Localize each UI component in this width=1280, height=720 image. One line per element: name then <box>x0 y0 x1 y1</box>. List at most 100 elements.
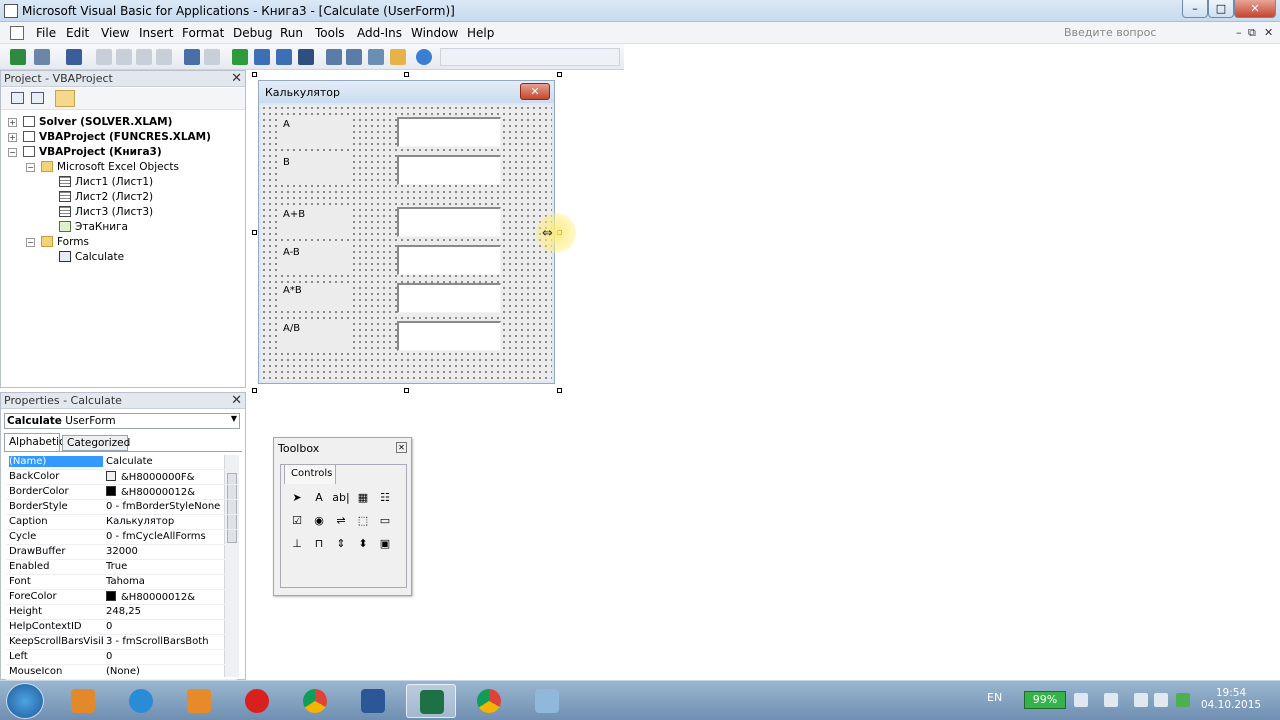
reset-icon[interactable] <box>276 49 292 65</box>
property-row[interactable]: BorderColor &H80000012& <box>6 485 237 500</box>
scrollbar-tool[interactable]: ⇕ <box>332 535 350 553</box>
tab-alphabetic[interactable]: Alphabetic <box>4 433 65 451</box>
task-word[interactable] <box>348 684 398 718</box>
tree-expander[interactable]: + <box>8 118 17 127</box>
menu-insert[interactable]: Insert <box>139 26 173 40</box>
view-object-icon[interactable] <box>31 92 44 104</box>
battery-indicator[interactable]: 99% <box>1024 691 1066 709</box>
toolbox-icon[interactable] <box>390 49 406 65</box>
copy-icon[interactable] <box>116 49 132 65</box>
property-value[interactable]: &H80000012& <box>106 591 236 603</box>
property-row[interactable]: MouseIcon (None) <box>6 665 237 680</box>
property-value[interactable]: 248,25 <box>106 606 236 617</box>
optionbutton-tool[interactable]: ◉ <box>310 512 328 530</box>
help-search-input[interactable]: Введите вопрос <box>1060 24 1238 42</box>
mdi-minimize-button[interactable]: – <box>1236 26 1242 39</box>
mdi-restore-button[interactable]: ⧉ <box>1248 26 1256 40</box>
property-value[interactable]: (None) <box>106 666 236 677</box>
tree-expander[interactable]: − <box>26 238 35 247</box>
property-value[interactable]: 3 - fmScrollBarsBoth <box>106 636 236 647</box>
spinbutton-tool[interactable]: ⬍ <box>354 535 372 553</box>
menu-window[interactable]: Window <box>411 26 458 40</box>
tree-node-forms[interactable]: Forms <box>41 236 89 248</box>
label-prod[interactable]: A*B <box>279 283 353 311</box>
property-row[interactable]: Enabled True <box>6 560 237 575</box>
userform-close-button[interactable]: ✕ <box>520 83 550 100</box>
property-row[interactable]: KeepScrollBarsVisible3 - fmScrollBarsBot… <box>6 635 237 650</box>
togglebutton-tool[interactable]: ⇌ <box>332 512 350 530</box>
help-icon[interactable] <box>416 49 432 65</box>
tree-node-sheet1[interactable]: Лист1 (Лист1) <box>59 176 153 188</box>
property-value[interactable]: 0 <box>106 651 236 662</box>
resize-handle[interactable] <box>252 388 257 393</box>
minimize-button[interactable]: – <box>1182 0 1208 18</box>
textbox-prod[interactable] <box>397 283 501 313</box>
property-row[interactable]: Height 248,25 <box>6 605 237 620</box>
project-close-icon[interactable]: ✕ <box>231 71 242 86</box>
resize-handle[interactable] <box>252 72 257 77</box>
project-explorer-icon[interactable] <box>326 49 342 65</box>
menu-addins[interactable]: Add-Ins <box>357 26 402 40</box>
menu-view[interactable]: View <box>101 26 129 40</box>
close-button[interactable]: ✕ <box>1234 0 1276 18</box>
textbox-b[interactable] <box>397 155 501 185</box>
volume-icon[interactable] <box>1154 693 1168 707</box>
task-outlook[interactable] <box>58 684 108 718</box>
property-row[interactable]: Cycle 0 - fmCycleAllForms <box>6 530 237 545</box>
label-diff[interactable]: A-B <box>279 245 353 273</box>
tree-node-thisworkbook[interactable]: ЭтаКнига <box>59 221 128 233</box>
task-ie[interactable] <box>116 684 166 718</box>
property-row[interactable]: BackColor &H8000000F& <box>6 470 237 485</box>
label-a[interactable]: A <box>279 117 353 145</box>
property-row[interactable]: ForeColor &H80000012& <box>6 590 237 605</box>
network-icon[interactable] <box>1134 693 1148 707</box>
textbox-tool[interactable]: ab| <box>332 489 350 507</box>
menu-file[interactable]: File <box>36 26 56 40</box>
object-selector[interactable]: Calculate UserForm ▼ <box>4 413 240 429</box>
task-chrome-2[interactable] <box>464 684 514 718</box>
property-value[interactable]: 32000 <box>106 546 236 557</box>
menu-edit[interactable]: Edit <box>66 26 89 40</box>
mdi-close-button[interactable]: ✕ <box>1264 26 1273 39</box>
pointer-tool[interactable]: ➤ <box>288 489 306 507</box>
resize-handle[interactable] <box>557 72 562 77</box>
undo-icon[interactable] <box>184 49 200 65</box>
menu-run[interactable]: Run <box>280 26 303 40</box>
label-sum[interactable]: A+B <box>279 207 353 235</box>
property-value[interactable]: True <box>106 561 236 572</box>
tree-expander[interactable]: − <box>8 148 17 157</box>
property-value[interactable]: Tahoma <box>106 576 236 587</box>
label-tool[interactable]: A <box>310 489 328 507</box>
resize-handle[interactable] <box>252 230 257 235</box>
menu-help[interactable]: Help <box>467 26 494 40</box>
view-code-icon[interactable] <box>11 92 24 104</box>
start-button[interactable] <box>6 683 44 719</box>
menu-format[interactable]: Format <box>182 26 224 40</box>
battery-icon[interactable] <box>1074 693 1088 707</box>
task-app[interactable] <box>522 684 572 718</box>
excel-view-icon[interactable] <box>10 49 26 65</box>
properties-close-icon[interactable]: ✕ <box>231 393 242 408</box>
tab-categorized[interactable]: Categorized <box>62 435 130 451</box>
listbox-tool[interactable]: ☷ <box>376 489 394 507</box>
tree-expander[interactable]: − <box>26 163 35 172</box>
property-value[interactable]: Калькулятор <box>106 516 236 527</box>
label-quot[interactable]: A/B <box>279 321 353 349</box>
menu-debug[interactable]: Debug <box>233 26 272 40</box>
property-value[interactable]: &H8000000F& <box>106 471 236 483</box>
property-row[interactable]: Left 0 <box>6 650 237 665</box>
property-row[interactable]: Font Tahoma <box>6 575 237 590</box>
find-icon[interactable] <box>156 49 172 65</box>
task-excel[interactable] <box>406 684 456 718</box>
run-icon[interactable] <box>232 49 248 65</box>
resize-handle[interactable] <box>557 388 562 393</box>
menu-tools[interactable]: Tools <box>315 26 345 40</box>
property-value[interactable]: Calculate <box>106 456 236 467</box>
resize-handle[interactable] <box>404 388 409 393</box>
tray-icon[interactable] <box>1104 693 1118 707</box>
properties-window-icon[interactable] <box>346 49 362 65</box>
multipage-tool[interactable]: ⊓ <box>310 535 328 553</box>
task-chrome[interactable] <box>290 684 340 718</box>
object-browser-icon[interactable] <box>368 49 384 65</box>
property-row[interactable]: Caption Калькулятор <box>6 515 237 530</box>
